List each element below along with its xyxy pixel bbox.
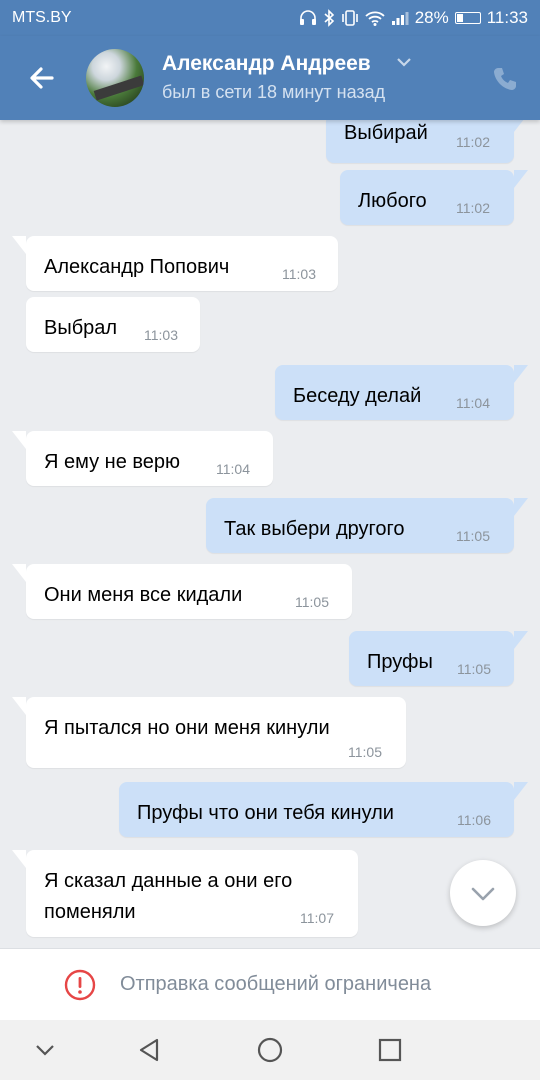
message-time: 11:05	[295, 594, 329, 610]
message-text: Так выбери другого	[224, 518, 405, 540]
bubble-tail	[12, 697, 26, 715]
battery-level	[456, 14, 464, 22]
message-time: 11:03	[282, 266, 316, 282]
message-list[interactable]: Выбирай 11:02 Любого 11:02 Александр Поп…	[0, 120, 540, 948]
chevron-down-icon	[471, 887, 495, 901]
message-time: 11:05	[457, 661, 491, 677]
message-bubble[interactable]: Беседу делай 11:04	[275, 365, 528, 420]
contact-name[interactable]: Александр Андреев	[162, 52, 371, 76]
message-time: 11:02	[456, 134, 490, 150]
bubble-tail	[514, 365, 528, 383]
bubble-tail	[514, 170, 528, 188]
messaging-restricted-bar: Отправка сообщений ограничена	[0, 948, 540, 1020]
message-text: Я ему не верю	[44, 451, 181, 473]
message-text: Выбирай	[344, 122, 428, 144]
phone-icon[interactable]	[490, 64, 520, 94]
bubble-tail	[514, 782, 528, 800]
bluetooth-icon	[324, 9, 334, 27]
bubble-tail	[514, 120, 528, 132]
message-bubble[interactable]: Пруфы что они тебя кинули 11:06	[119, 782, 528, 837]
message-text: Пруфы что они тебя кинули	[137, 802, 394, 824]
back-triangle-icon[interactable]	[135, 1035, 165, 1065]
message-time: 11:05	[348, 744, 382, 760]
message-text: Они меня все кидали	[44, 584, 243, 606]
clock: 11:33	[486, 8, 528, 27]
message-text: Выбрал	[44, 317, 118, 339]
bubble-tail	[12, 431, 26, 449]
bubble-tail	[12, 236, 26, 254]
status-bar: MTS.BY 28% 11:33	[0, 0, 540, 36]
message-text: Я пытался но они меня кинули	[44, 717, 330, 739]
avatar[interactable]	[86, 49, 144, 107]
signal-icon	[391, 12, 409, 25]
vibrate-icon	[341, 10, 358, 26]
message-text: Пруфы	[367, 651, 433, 673]
scroll-down-button[interactable]	[450, 860, 516, 926]
bubble-tail	[514, 631, 528, 649]
message-bubble[interactable]: Я пытался но они меня кинули 11:05	[12, 697, 406, 768]
message-text: Любого	[358, 190, 427, 212]
message-bubble[interactable]: Так выбери другого 11:05	[206, 498, 528, 553]
bubble-tail	[12, 850, 26, 868]
battery-percent: 28%	[414, 8, 449, 27]
message-bubble[interactable]: Любого 11:02	[340, 170, 528, 225]
system-nav-bar	[0, 1020, 540, 1080]
message-bubble[interactable]: Они меня все кидали 11:05	[12, 564, 352, 619]
headphones-icon	[299, 10, 316, 25]
message-time: 11:06	[457, 812, 491, 828]
message-text: Александр Попович	[44, 256, 230, 278]
message-bubble[interactable]: Выбрал 11:03	[26, 297, 200, 352]
home-circle-icon[interactable]	[255, 1035, 285, 1065]
bubble-tail	[12, 564, 26, 582]
battery-icon	[454, 12, 481, 24]
message-bubble[interactable]: Александр Попович 11:03	[12, 236, 338, 291]
status-icons: 28% 11:33	[299, 8, 528, 28]
message-time: 11:02	[456, 200, 490, 216]
recents-square-icon[interactable]	[375, 1035, 405, 1065]
message-bubble[interactable]: Пруфы 11:05	[349, 631, 528, 686]
message-bubble[interactable]: Выбирай 11:02	[326, 120, 528, 163]
arrow-left-icon[interactable]	[22, 58, 62, 98]
chevron-down-icon[interactable]	[396, 56, 412, 68]
avatar-image-detail	[93, 75, 144, 101]
message-time: 11:07	[300, 910, 334, 926]
message-bubble[interactable]: Я сказал данные а они его поменяли 11:07	[12, 850, 358, 937]
chat-header: Александр Андреев был в сети 18 минут на…	[0, 36, 540, 120]
message-text: Я сказал данные а они его поменяли	[44, 870, 293, 923]
message-text: Беседу делай	[293, 385, 422, 407]
carrier-name: MTS.BY	[12, 9, 72, 26]
message-bubble[interactable]: Я ему не верю 11:04	[12, 431, 273, 486]
contact-status: был в сети 18 минут назад	[162, 82, 386, 102]
chevron-down-icon[interactable]	[30, 1035, 60, 1065]
message-time: 11:05	[456, 528, 490, 544]
restriction-text: Отправка сообщений ограничена	[120, 973, 432, 995]
message-time: 11:03	[144, 327, 178, 343]
message-time: 11:04	[216, 461, 250, 477]
message-time: 11:04	[456, 395, 490, 411]
warning-circle-icon	[64, 969, 96, 1001]
wifi-icon	[365, 11, 385, 26]
bubble-tail	[514, 498, 528, 516]
